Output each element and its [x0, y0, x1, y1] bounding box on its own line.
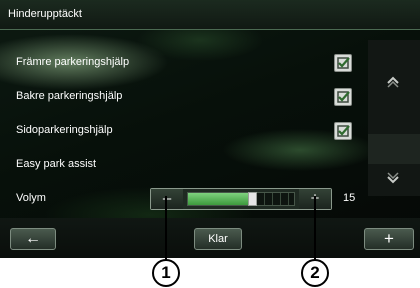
callout-marker-2: 2	[301, 259, 329, 287]
done-button[interactable]: Klar	[194, 228, 242, 250]
volume-segment-divider	[272, 193, 273, 205]
setting-label: Främre parkeringshjälp	[16, 56, 130, 68]
front-parking-checkbox[interactable]	[334, 54, 352, 72]
checkmark-icon	[337, 125, 350, 137]
volume-slider-handle[interactable]	[248, 192, 257, 206]
volume-slider[interactable]	[187, 192, 295, 206]
checkmark-icon	[337, 91, 350, 103]
add-button[interactable]: +	[364, 228, 414, 250]
setting-label: Easy park assist	[16, 158, 97, 170]
chevron-up-icon	[387, 76, 399, 88]
setting-row-easy-park-assist[interactable]: Easy park assist	[0, 148, 368, 182]
checkmark-icon	[337, 57, 350, 69]
setting-row-front-parking[interactable]: Främre parkeringshjälp	[0, 46, 368, 80]
callout-leader-line	[314, 196, 316, 260]
back-button[interactable]: ←	[10, 228, 56, 250]
setting-row-side-parking[interactable]: Sidoparkeringshjälp	[0, 114, 368, 148]
scroll-up-button[interactable]	[386, 74, 400, 91]
screen: Hinderupptäckt Främre parkeringshjälp Ba…	[0, 0, 420, 258]
scroll-column-panel	[368, 134, 420, 164]
setting-label: Sidoparkeringshjälp	[16, 124, 113, 136]
chevron-down-icon	[387, 172, 399, 184]
volume-control: – +	[150, 188, 332, 210]
volume-label: Volym	[16, 192, 46, 204]
volume-level-fill	[188, 193, 252, 205]
volume-segment-divider	[280, 193, 281, 205]
rear-parking-checkbox[interactable]	[334, 88, 352, 106]
callout-marker-1: 1	[152, 259, 180, 287]
scroll-down-button[interactable]	[386, 172, 400, 189]
volume-segment-divider	[288, 193, 289, 205]
volume-decrease-button[interactable]: –	[151, 189, 183, 209]
back-arrow-icon: ←	[25, 230, 41, 247]
volume-value: 15	[343, 192, 356, 204]
plus-icon: +	[384, 229, 394, 248]
page-title: Hinderupptäckt	[8, 8, 82, 20]
callout-leader-line	[165, 196, 167, 260]
title-bar: Hinderupptäckt	[0, 0, 420, 30]
setting-row-rear-parking[interactable]: Bakre parkeringshjälp	[0, 80, 368, 114]
setting-label: Bakre parkeringshjälp	[16, 90, 123, 102]
volume-segment-divider	[264, 193, 265, 205]
side-parking-checkbox[interactable]	[334, 122, 352, 140]
